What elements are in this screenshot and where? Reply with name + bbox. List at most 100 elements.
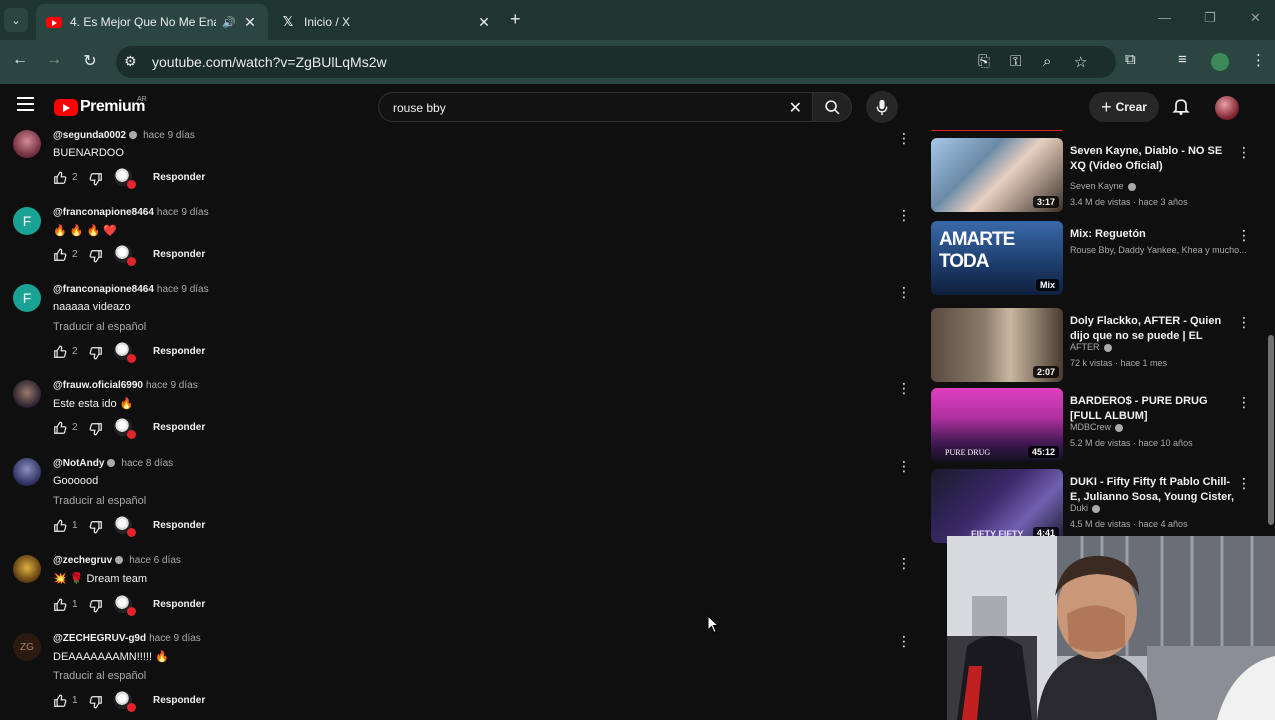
- account-avatar[interactable]: [1215, 96, 1239, 120]
- site-info-icon[interactable]: ⚙: [124, 53, 137, 70]
- translate-link[interactable]: Traducir al español: [53, 495, 146, 507]
- related-video-item[interactable]: 3:17 Seven Kayne, Diablo - NO SE XQ (Vid…: [930, 138, 1266, 216]
- kebab-menu-icon[interactable]: ⋮: [1251, 51, 1266, 69]
- profile-avatar[interactable]: [1211, 53, 1229, 71]
- reply-button[interactable]: Responder: [153, 249, 205, 260]
- dislike-icon[interactable]: [89, 346, 103, 365]
- comment-time[interactable]: hace 8 días: [121, 458, 173, 469]
- comment-time[interactable]: hace 9 días: [157, 284, 209, 295]
- new-tab-button[interactable]: +: [510, 9, 521, 30]
- dislike-icon[interactable]: [89, 422, 103, 441]
- hamburger-menu-icon[interactable]: [17, 97, 34, 111]
- commenter-avatar[interactable]: F: [13, 207, 41, 235]
- like-icon[interactable]: [53, 694, 67, 713]
- tab-youtube[interactable]: 4. Es Mejor Que No Me Enamore 🔊 ✕: [36, 4, 268, 40]
- speaker-icon[interactable]: 🔊: [222, 16, 236, 29]
- clear-search-icon[interactable]: ✕: [789, 98, 802, 118]
- address-bar[interactable]: ⚙ youtube.com/watch?v=ZgBUlLqMs2w ⎘ ⚿ ⌕ …: [116, 46, 1116, 78]
- commenter-avatar[interactable]: [13, 380, 41, 408]
- video-menu-icon[interactable]: ⋮: [1237, 314, 1251, 331]
- comment-menu-icon[interactable]: ⋮: [897, 130, 911, 147]
- video-thumbnail[interactable]: PURE DRUG 45:12: [931, 388, 1063, 462]
- comment-menu-icon[interactable]: ⋮: [897, 284, 911, 301]
- commenter-avatar[interactable]: [13, 130, 41, 158]
- tab-search-button[interactable]: ⌄: [4, 8, 28, 32]
- comment-time[interactable]: hace 9 días: [143, 130, 195, 141]
- voice-search-button[interactable]: [866, 91, 898, 123]
- url-text[interactable]: youtube.com/watch?v=ZgBUlLqMs2w: [152, 54, 387, 70]
- reply-button[interactable]: Responder: [153, 599, 205, 610]
- video-title[interactable]: DUKI - Fifty Fifty ft Pablo Chill-E, Jul…: [1070, 475, 1238, 505]
- comment-menu-icon[interactable]: ⋮: [897, 380, 911, 397]
- video-thumbnail[interactable]: AMARTE TODA Mix: [931, 221, 1063, 295]
- minimize-button[interactable]: —: [1158, 10, 1171, 25]
- dislike-icon[interactable]: [89, 249, 103, 268]
- video-title[interactable]: Mix: Reguetón: [1070, 227, 1238, 242]
- commenter-avatar[interactable]: [13, 458, 41, 486]
- video-thumbnail[interactable]: 3:17: [931, 138, 1063, 212]
- search-input[interactable]: rouse bby ✕: [378, 92, 812, 122]
- video-thumbnail[interactable]: FIFTY FIFTY 4:41: [931, 469, 1063, 543]
- extensions-icon[interactable]: ⧉: [1125, 51, 1136, 68]
- tab-x[interactable]: 𝕏 Inicio / X ✕: [270, 4, 502, 40]
- zoom-icon[interactable]: ⌕: [1043, 53, 1051, 70]
- video-menu-icon[interactable]: ⋮: [1237, 394, 1251, 411]
- comment-time[interactable]: hace 9 días: [149, 633, 201, 644]
- reply-button[interactable]: Responder: [153, 346, 205, 357]
- search-query[interactable]: rouse bby: [393, 101, 446, 115]
- video-menu-icon[interactable]: ⋮: [1237, 227, 1251, 244]
- search-button[interactable]: [812, 92, 852, 122]
- channel-name[interactable]: MDBCrew: [1070, 422, 1250, 432]
- comment-author[interactable]: @segunda0002: [53, 130, 126, 141]
- channel-name[interactable]: AFTER: [1070, 342, 1250, 352]
- like-icon[interactable]: [53, 345, 67, 364]
- dislike-icon[interactable]: [89, 695, 103, 714]
- comment-menu-icon[interactable]: ⋮: [897, 207, 911, 224]
- reply-button[interactable]: Responder: [153, 520, 205, 531]
- create-button[interactable]: + Crear: [1089, 92, 1159, 122]
- comment-author[interactable]: @frauw.oficial6990: [53, 380, 143, 391]
- install-app-icon[interactable]: ⎘: [978, 53, 990, 70]
- commenter-avatar[interactable]: F: [13, 284, 41, 312]
- dislike-icon[interactable]: [89, 172, 103, 191]
- related-video-item[interactable]: PURE DRUG 45:12 BARDERO$ - PURE DRUG [FU…: [930, 388, 1266, 466]
- commenter-avatar[interactable]: ZG: [13, 633, 41, 661]
- video-title[interactable]: Doly Flackko, AFTER - Quien dijo que no …: [1070, 314, 1238, 344]
- logo-text[interactable]: Premium: [80, 98, 145, 116]
- channel-name[interactable]: Rouse Bby, Daddy Yankee, Khea y mucho...: [1070, 245, 1250, 255]
- channel-name[interactable]: Seven Kayne: [1070, 181, 1250, 191]
- comment-author[interactable]: @franconapione8464: [53, 207, 154, 218]
- video-menu-icon[interactable]: ⋮: [1237, 475, 1251, 492]
- video-title[interactable]: Seven Kayne, Diablo - NO SE XQ (Video Of…: [1070, 144, 1238, 174]
- like-icon[interactable]: [53, 421, 67, 440]
- related-video-item[interactable]: AMARTE TODA Mix Mix: Reguetón Rouse Bby,…: [930, 221, 1266, 299]
- close-icon[interactable]: ✕: [242, 14, 258, 31]
- related-video-item[interactable]: 2:07 Doly Flackko, AFTER - Quien dijo qu…: [930, 308, 1266, 386]
- back-button[interactable]: ←: [9, 51, 31, 69]
- notifications-bell-icon[interactable]: [1171, 96, 1191, 121]
- dislike-icon[interactable]: [89, 599, 103, 618]
- close-icon[interactable]: ✕: [476, 14, 492, 31]
- reload-button[interactable]: ↻: [79, 51, 101, 71]
- comment-time[interactable]: hace 9 días: [157, 207, 209, 218]
- reply-button[interactable]: Responder: [153, 695, 205, 706]
- like-icon[interactable]: [53, 598, 67, 617]
- video-title[interactable]: BARDERO$ - PURE DRUG [FULL ALBUM]: [1070, 394, 1238, 424]
- comment-time[interactable]: hace 6 días: [129, 555, 181, 566]
- comment-author[interactable]: @NotAndy: [53, 458, 104, 469]
- channel-name[interactable]: Duki: [1070, 503, 1250, 513]
- like-icon[interactable]: [53, 248, 67, 267]
- video-thumbnail[interactable]: 2:07: [931, 308, 1063, 382]
- close-window-button[interactable]: ✕: [1250, 10, 1261, 26]
- dislike-icon[interactable]: [89, 520, 103, 539]
- page-scrollbar-thumb[interactable]: [1268, 335, 1274, 525]
- comment-author[interactable]: @franconapione8464: [53, 284, 154, 295]
- comment-menu-icon[interactable]: ⋮: [897, 458, 911, 475]
- youtube-logo-icon[interactable]: [54, 99, 78, 116]
- reply-button[interactable]: Responder: [153, 172, 205, 183]
- password-key-icon[interactable]: ⚿: [1010, 53, 1021, 70]
- comment-menu-icon[interactable]: ⋮: [897, 633, 911, 650]
- reply-button[interactable]: Responder: [153, 422, 205, 433]
- translate-link[interactable]: Traducir al español: [53, 670, 146, 682]
- comment-author[interactable]: @ZECHEGRUV-g9d: [53, 633, 146, 644]
